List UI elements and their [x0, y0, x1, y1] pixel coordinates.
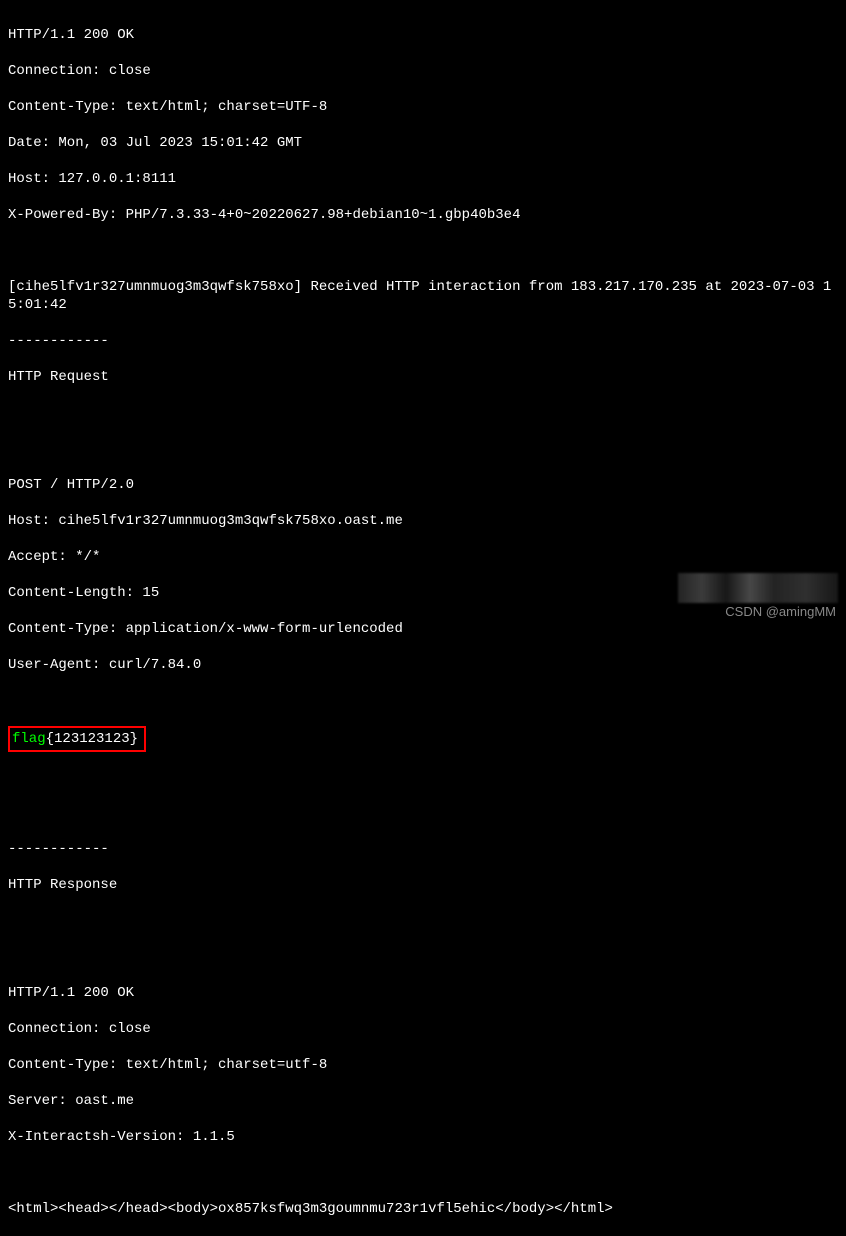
- header-x-interactsh: X-Interactsh-Version: 1.1.5: [8, 1128, 838, 1146]
- request-accept: Accept: */*: [8, 548, 838, 566]
- blank-line: [8, 912, 838, 930]
- interaction-log: [cihe5lfv1r327umnmuog3m3qwfsk758xo] Rece…: [8, 278, 838, 314]
- header-date: Date: Mon, 03 Jul 2023 15:01:42 GMT: [8, 134, 838, 152]
- blank-line: [8, 1164, 838, 1182]
- flag-value: {123123123}: [46, 731, 138, 747]
- blank-line: [8, 692, 838, 710]
- header-content-type-2: Content-Type: text/html; charset=utf-8: [8, 1056, 838, 1074]
- blank-line: [8, 440, 838, 458]
- header-server: Server: oast.me: [8, 1092, 838, 1110]
- blank-line: [8, 404, 838, 422]
- divider: ------------: [8, 840, 838, 858]
- request-content-type: Content-Type: application/x-www-form-url…: [8, 620, 838, 638]
- header-x-powered-by: X-Powered-By: PHP/7.3.33-4+0~20220627.98…: [8, 206, 838, 224]
- blank-line: [8, 948, 838, 966]
- request-method: POST / HTTP/2.0: [8, 476, 838, 494]
- request-user-agent: User-Agent: curl/7.84.0: [8, 656, 838, 674]
- http-status-2: HTTP/1.1 200 OK: [8, 984, 838, 1002]
- blank-line: [8, 242, 838, 260]
- response-label: HTTP Response: [8, 876, 838, 894]
- flag-prefix: flag: [12, 731, 46, 747]
- blank-line: [8, 804, 838, 822]
- watermark-text: CSDN @amingMM: [725, 603, 836, 621]
- header-content-type: Content-Type: text/html; charset=UTF-8: [8, 98, 838, 116]
- terminal-output: HTTP/1.1 200 OK Connection: close Conten…: [8, 8, 838, 1236]
- flag-line: flag{123123123}: [8, 728, 838, 750]
- html-body-response: <html><head></head><body>ox857ksfwq3m3go…: [8, 1200, 838, 1218]
- divider: ------------: [8, 332, 838, 350]
- http-status: HTTP/1.1 200 OK: [8, 26, 838, 44]
- blurred-region: [678, 573, 838, 603]
- flag-highlight-box: flag{123123123}: [8, 726, 146, 752]
- header-connection-2: Connection: close: [8, 1020, 838, 1038]
- request-label: HTTP Request: [8, 368, 838, 386]
- header-connection: Connection: close: [8, 62, 838, 80]
- blank-line: [8, 768, 838, 786]
- header-host: Host: 127.0.0.1:8111: [8, 170, 838, 188]
- request-host: Host: cihe5lfv1r327umnmuog3m3qwfsk758xo.…: [8, 512, 838, 530]
